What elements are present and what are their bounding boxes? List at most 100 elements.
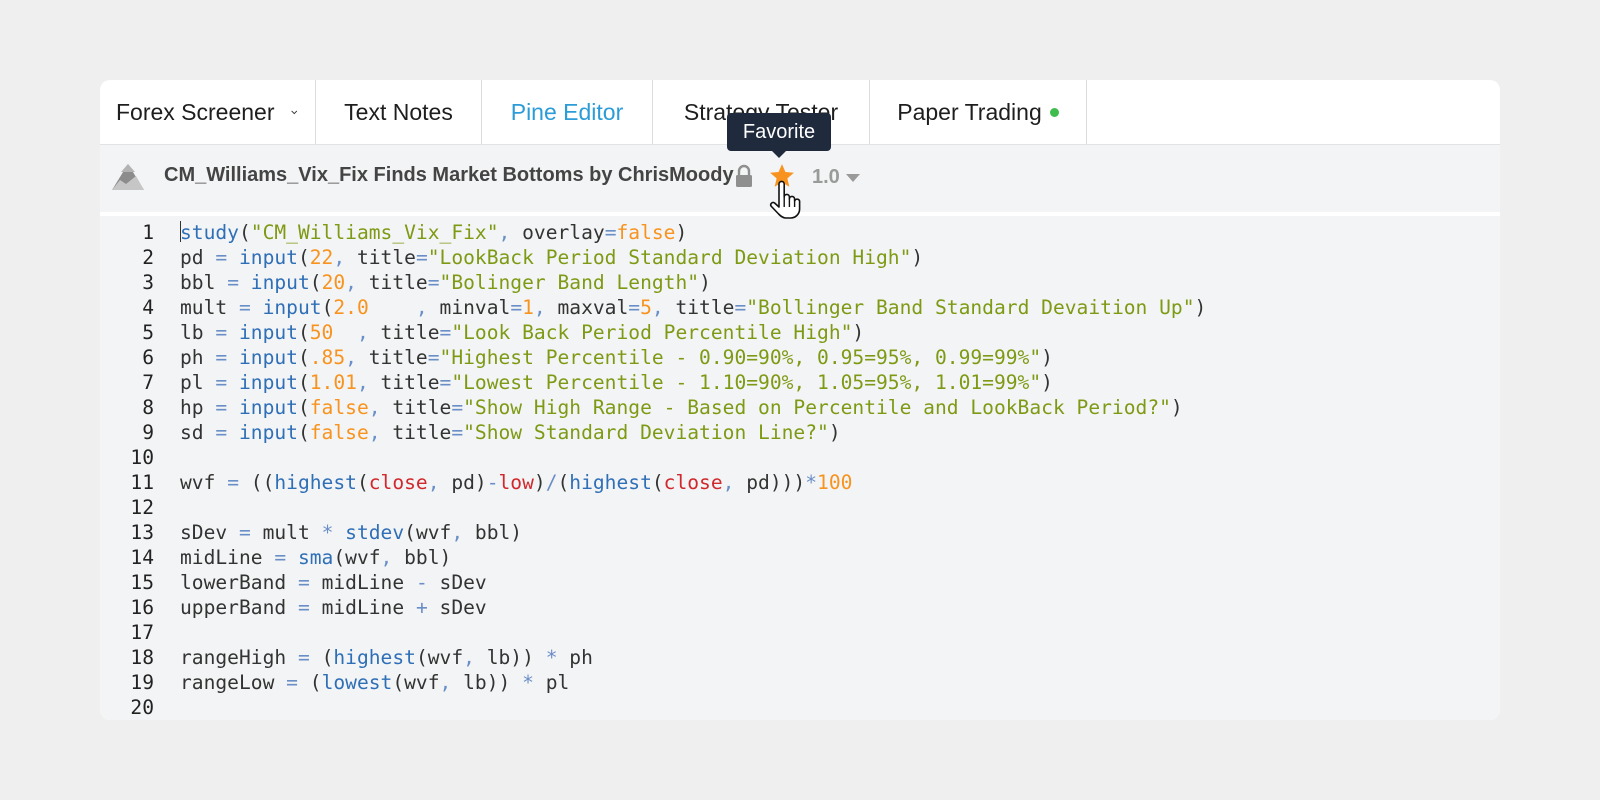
- code-token: ): [852, 321, 865, 344]
- code-token: ,: [333, 321, 381, 344]
- code-token: sma: [297, 546, 334, 569]
- code-editor[interactable]: 1 2 3 4 5 6 7 8 9 10 11 12 13 14 15 16 17 18 19 20 study("C…: [100, 212, 1500, 720]
- code-token: false: [616, 221, 676, 244]
- lock-icon: [736, 164, 752, 187]
- code-token: =: [215, 321, 239, 344]
- code-line: sDev = mult * stdev(wvf, bbl): [180, 520, 522, 545]
- code-token: (: [333, 546, 346, 569]
- tab-text-notes[interactable]: Text Notes: [316, 80, 482, 144]
- code-token: pd: [180, 246, 216, 269]
- line-number: 15: [130, 571, 154, 594]
- code-token: wvf: [427, 646, 464, 669]
- code-token: 1: [522, 296, 534, 319]
- code-token: .85: [309, 346, 346, 369]
- code-token: "Bolinger Band Length": [439, 271, 700, 294]
- code-token: title: [392, 396, 452, 419]
- code-token: ): [828, 421, 841, 444]
- code-token: (: [557, 471, 570, 494]
- line-number: 5: [142, 321, 154, 344]
- code-token: hp: [180, 396, 216, 419]
- code-token: =: [215, 346, 239, 369]
- code-token: =: [451, 421, 464, 444]
- code-line: rangeLow = (lowest(wvf, lb)) * pl: [180, 670, 569, 695]
- line-number: 12: [130, 496, 154, 519]
- code-token: (: [297, 396, 310, 419]
- code-token: =: [297, 646, 322, 669]
- code-line: upperBand = midLine + sDev: [180, 595, 487, 620]
- code-token: highest: [274, 471, 357, 494]
- code-line: midLine = sma(wvf, bbl): [180, 545, 451, 570]
- tab-pine-editor[interactable]: Pine Editor: [482, 80, 653, 144]
- code-token: wvf: [404, 671, 440, 694]
- code-token: =: [215, 421, 239, 444]
- code-token: ,: [439, 671, 464, 694]
- tab-label: Pine Editor: [510, 98, 624, 125]
- code-token: -: [415, 571, 440, 594]
- code-token: =: [227, 271, 251, 294]
- code-token: bbl): [404, 546, 452, 569]
- code-token: input: [238, 371, 298, 394]
- code-token: ,: [345, 346, 369, 369]
- code-line: wvf = ((highest(close, pd)-low)/(highest…: [180, 470, 852, 495]
- code-token: bbl: [180, 271, 228, 294]
- code-token: *: [805, 471, 818, 494]
- code-token: ,: [368, 421, 393, 444]
- code-token: =: [604, 221, 617, 244]
- code-token: 100: [817, 471, 853, 494]
- line-number: 7: [142, 371, 154, 394]
- code-line: lb = input(50 , title="Look Back Period …: [180, 320, 864, 345]
- code-token: ,: [368, 296, 440, 319]
- code-token: =: [227, 471, 251, 494]
- code-token: "Show Standard Deviation Line?": [463, 421, 829, 444]
- line-number: 9: [142, 421, 154, 444]
- line-number: 11: [130, 471, 154, 494]
- code-token: title: [675, 296, 735, 319]
- code-token: ((: [250, 471, 275, 494]
- code-line: mult = input(2.0 , minval=1, maxval=5, t…: [180, 295, 1206, 320]
- code-token: input: [238, 246, 298, 269]
- code-token: lb)): [463, 671, 523, 694]
- tab-forex-screener[interactable]: Forex Screener: [100, 80, 316, 144]
- hand-pointer-cursor-icon: [769, 180, 801, 219]
- code-token: ,: [533, 296, 558, 319]
- code-token: false: [309, 396, 369, 419]
- code-line: sd = input(false, title="Show Standard D…: [180, 420, 841, 445]
- code-token: =: [238, 296, 263, 319]
- code-token: (: [309, 271, 322, 294]
- code-token: "Show High Range - Based on Percentile a…: [463, 396, 1171, 419]
- code-token: wvf: [345, 546, 381, 569]
- code-token: "CM_Williams_Vix_Fix": [250, 221, 499, 244]
- code-token: (: [321, 296, 334, 319]
- code-area[interactable]: study("CM_Williams_Vix_Fix", overlay=fal…: [174, 216, 1500, 720]
- code-token: title: [356, 246, 416, 269]
- code-line: ph = input(.85, title="Highest Percentil…: [180, 345, 1053, 370]
- code-token: (: [321, 646, 334, 669]
- script-title: CM_Williams_Vix_Fix Finds Market Bottoms…: [164, 164, 734, 186]
- code-token: midLine: [321, 571, 416, 594]
- code-token: (: [651, 471, 664, 494]
- code-token: =: [628, 296, 641, 319]
- code-token: =: [215, 246, 239, 269]
- code-token: wvf: [415, 521, 452, 544]
- code-token: close: [663, 471, 723, 494]
- code-token: =: [439, 321, 452, 344]
- code-token: midLine: [180, 546, 275, 569]
- code-token: "Lowest Percentile - 1.10=90%, 1.05=95%,…: [451, 371, 1042, 394]
- code-token: =: [451, 396, 464, 419]
- version-label: 1.0: [812, 166, 840, 188]
- code-token: =: [734, 296, 747, 319]
- code-token: ,: [356, 371, 381, 394]
- code-token: lb)): [486, 646, 546, 669]
- code-token: ): [675, 221, 688, 244]
- line-number: 6: [142, 346, 154, 369]
- code-token: (: [297, 371, 310, 394]
- chevron-down-icon[interactable]: [289, 102, 299, 122]
- code-token: "Bollinger Band Standard Devaition Up": [746, 296, 1195, 319]
- code-token: ): [1170, 396, 1183, 419]
- version-dropdown[interactable]: 1.0: [812, 166, 860, 189]
- code-token: lb: [180, 321, 216, 344]
- code-token: 5: [640, 296, 652, 319]
- line-number: 10: [130, 446, 154, 469]
- code-token: upperBand: [180, 596, 298, 619]
- tab-paper-trading[interactable]: Paper Trading: [870, 80, 1087, 144]
